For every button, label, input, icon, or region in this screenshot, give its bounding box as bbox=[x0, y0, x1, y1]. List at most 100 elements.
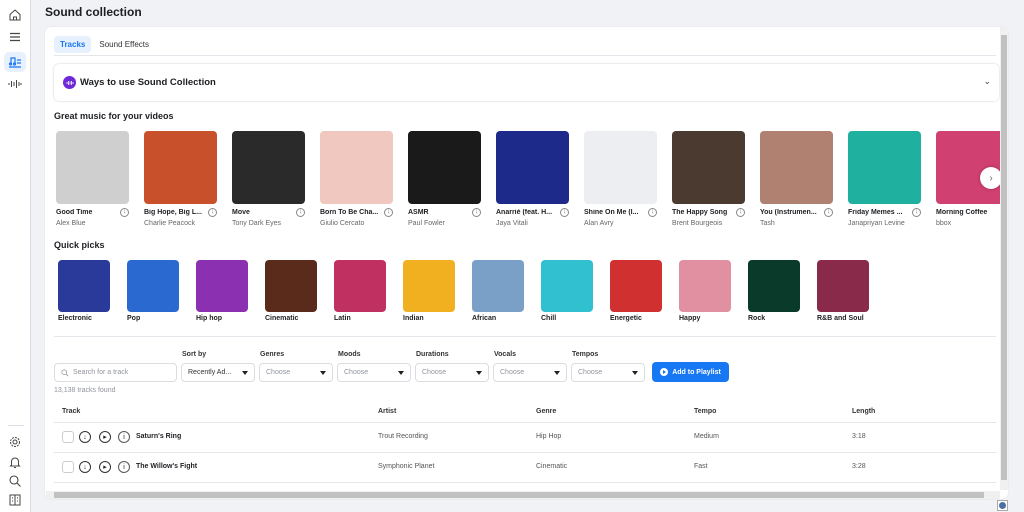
horizontal-scroll-thumb[interactable] bbox=[54, 492, 984, 498]
next-arrow-button[interactable]: › bbox=[980, 167, 1002, 189]
vertical-scroll-thumb[interactable] bbox=[1001, 35, 1007, 480]
download-icon[interactable]: ↓ bbox=[79, 431, 91, 443]
tab-sound-effects[interactable]: Sound Effects bbox=[93, 36, 155, 53]
gear-icon[interactable] bbox=[4, 432, 26, 452]
play-icon[interactable]: ▸ bbox=[99, 461, 111, 473]
music-card[interactable]: Anarriè (feat. H... ↓ Jaya Vitali bbox=[496, 131, 569, 227]
quick-pick-chill[interactable]: Chill bbox=[541, 260, 593, 322]
info-icon[interactable]: i bbox=[118, 461, 130, 473]
horizontal-scrollbar[interactable] bbox=[46, 491, 1000, 499]
music-card[interactable]: Big Hope, Big L... ↓ Charlie Peacock bbox=[144, 131, 217, 227]
help-globe-icon[interactable] bbox=[997, 500, 1008, 511]
play-icon[interactable]: ▸ bbox=[99, 431, 111, 443]
download-icon[interactable]: ↓ bbox=[472, 208, 481, 217]
quick-pick-r-b-and-soul[interactable]: R&B and Soul bbox=[817, 260, 869, 322]
chevron-down-icon[interactable]: ⌄ bbox=[983, 76, 991, 87]
quick-pick-african[interactable]: African bbox=[472, 260, 524, 322]
album-art[interactable] bbox=[320, 131, 393, 204]
quick-pick-electronic[interactable]: Electronic bbox=[58, 260, 110, 322]
album-art[interactable] bbox=[584, 131, 657, 204]
info-icon[interactable]: i bbox=[118, 431, 130, 443]
download-icon[interactable]: ↓ bbox=[120, 208, 129, 217]
download-icon[interactable]: ↓ bbox=[384, 208, 393, 217]
quick-pick-pop[interactable]: Pop bbox=[127, 260, 179, 322]
music-card[interactable]: Move ↓ Tony Dark Eyes bbox=[232, 131, 305, 227]
genre-art[interactable] bbox=[679, 260, 731, 312]
music-card[interactable]: Born To Be Cha... ↓ Giulio Cercato bbox=[320, 131, 393, 227]
moods-select[interactable]: Choose bbox=[337, 363, 411, 382]
search-icon[interactable] bbox=[4, 471, 26, 491]
vocals-select[interactable]: Choose bbox=[493, 363, 567, 382]
quick-pick-rock[interactable]: Rock bbox=[748, 260, 800, 322]
quick-pick-happy[interactable]: Happy bbox=[679, 260, 731, 322]
quick-pick-latin[interactable]: Latin bbox=[334, 260, 386, 322]
ways-banner[interactable]: Ways to use Sound Collection ⌄ bbox=[54, 64, 999, 101]
genre-art[interactable] bbox=[334, 260, 386, 312]
quick-pick-energetic[interactable]: Energetic bbox=[610, 260, 662, 322]
music-card[interactable]: Friday Memes ... ↓ Janapriyan Levine bbox=[848, 131, 921, 227]
download-icon[interactable]: ↓ bbox=[648, 208, 657, 217]
panel-toggle-icon[interactable] bbox=[4, 490, 26, 510]
genre-art[interactable] bbox=[196, 260, 248, 312]
waveform-icon[interactable] bbox=[4, 74, 26, 94]
album-art[interactable] bbox=[496, 131, 569, 204]
music-card[interactable]: You (Instrumen... ↓ Tash bbox=[760, 131, 833, 227]
sort-label: Sort by bbox=[182, 351, 207, 358]
row-checkbox[interactable] bbox=[62, 431, 74, 443]
add-to-playlist-button[interactable]: Add to Playlist bbox=[652, 362, 729, 382]
music-card[interactable]: Shine On Me (I... ↓ Alan Avry bbox=[584, 131, 657, 227]
download-icon[interactable]: ↓ bbox=[824, 208, 833, 217]
caret-down-icon bbox=[554, 371, 560, 375]
genre-art[interactable] bbox=[817, 260, 869, 312]
caret-down-icon bbox=[476, 371, 482, 375]
durations-select[interactable]: Choose bbox=[415, 363, 489, 382]
home-icon[interactable] bbox=[4, 5, 26, 25]
genres-select[interactable]: Choose bbox=[259, 363, 333, 382]
col-artist[interactable]: Artist bbox=[378, 408, 396, 415]
genre-art[interactable] bbox=[58, 260, 110, 312]
music-card[interactable]: ASMR ↓ Paul Fowler bbox=[408, 131, 481, 227]
download-icon[interactable]: ↓ bbox=[79, 461, 91, 473]
album-art[interactable] bbox=[760, 131, 833, 204]
genre-art[interactable] bbox=[541, 260, 593, 312]
download-icon[interactable]: ↓ bbox=[912, 208, 921, 217]
vertical-scrollbar[interactable] bbox=[1000, 27, 1008, 490]
download-icon[interactable]: ↓ bbox=[208, 208, 217, 217]
album-art[interactable] bbox=[408, 131, 481, 204]
genre-art[interactable] bbox=[610, 260, 662, 312]
download-icon[interactable]: ↓ bbox=[560, 208, 569, 217]
track-title[interactable]: The Willow's Fight bbox=[136, 463, 197, 470]
quick-pick-cinematic[interactable]: Cinematic bbox=[265, 260, 317, 322]
col-genre[interactable]: Genre bbox=[536, 408, 556, 415]
track-title[interactable]: Saturn's Ring bbox=[136, 433, 181, 440]
col-tempo[interactable]: Tempo bbox=[694, 408, 716, 415]
genre-art[interactable] bbox=[748, 260, 800, 312]
bell-icon[interactable] bbox=[4, 452, 26, 472]
tempos-select[interactable]: Choose bbox=[571, 363, 645, 382]
quick-pick-hip-hop[interactable]: Hip hop bbox=[196, 260, 248, 322]
sort-value: Recently Ad... bbox=[188, 369, 232, 376]
col-track[interactable]: Track bbox=[62, 408, 80, 415]
genre-art[interactable] bbox=[403, 260, 455, 312]
album-art[interactable] bbox=[56, 131, 129, 204]
genre-art[interactable] bbox=[472, 260, 524, 312]
genre-art[interactable] bbox=[127, 260, 179, 312]
sort-select[interactable]: Recently Ad... bbox=[181, 363, 255, 382]
search-input[interactable]: Search for a track bbox=[54, 363, 177, 382]
album-art[interactable] bbox=[848, 131, 921, 204]
album-art[interactable] bbox=[144, 131, 217, 204]
download-icon[interactable]: ↓ bbox=[736, 208, 745, 217]
menu-icon[interactable] bbox=[4, 27, 26, 47]
music-list-icon[interactable] bbox=[4, 52, 26, 72]
genre-label: Chill bbox=[541, 315, 557, 322]
music-card[interactable]: The Happy Song ↓ Brent Bourgeois bbox=[672, 131, 745, 227]
album-art[interactable] bbox=[672, 131, 745, 204]
genre-art[interactable] bbox=[265, 260, 317, 312]
tab-tracks[interactable]: Tracks bbox=[54, 36, 92, 53]
download-icon[interactable]: ↓ bbox=[296, 208, 305, 217]
music-card[interactable]: Good Time ↓ Alex Blue bbox=[56, 131, 129, 227]
album-art[interactable] bbox=[232, 131, 305, 204]
quick-pick-indian[interactable]: Indian bbox=[403, 260, 455, 322]
row-checkbox[interactable] bbox=[62, 461, 74, 473]
col-length[interactable]: Length bbox=[852, 408, 875, 415]
